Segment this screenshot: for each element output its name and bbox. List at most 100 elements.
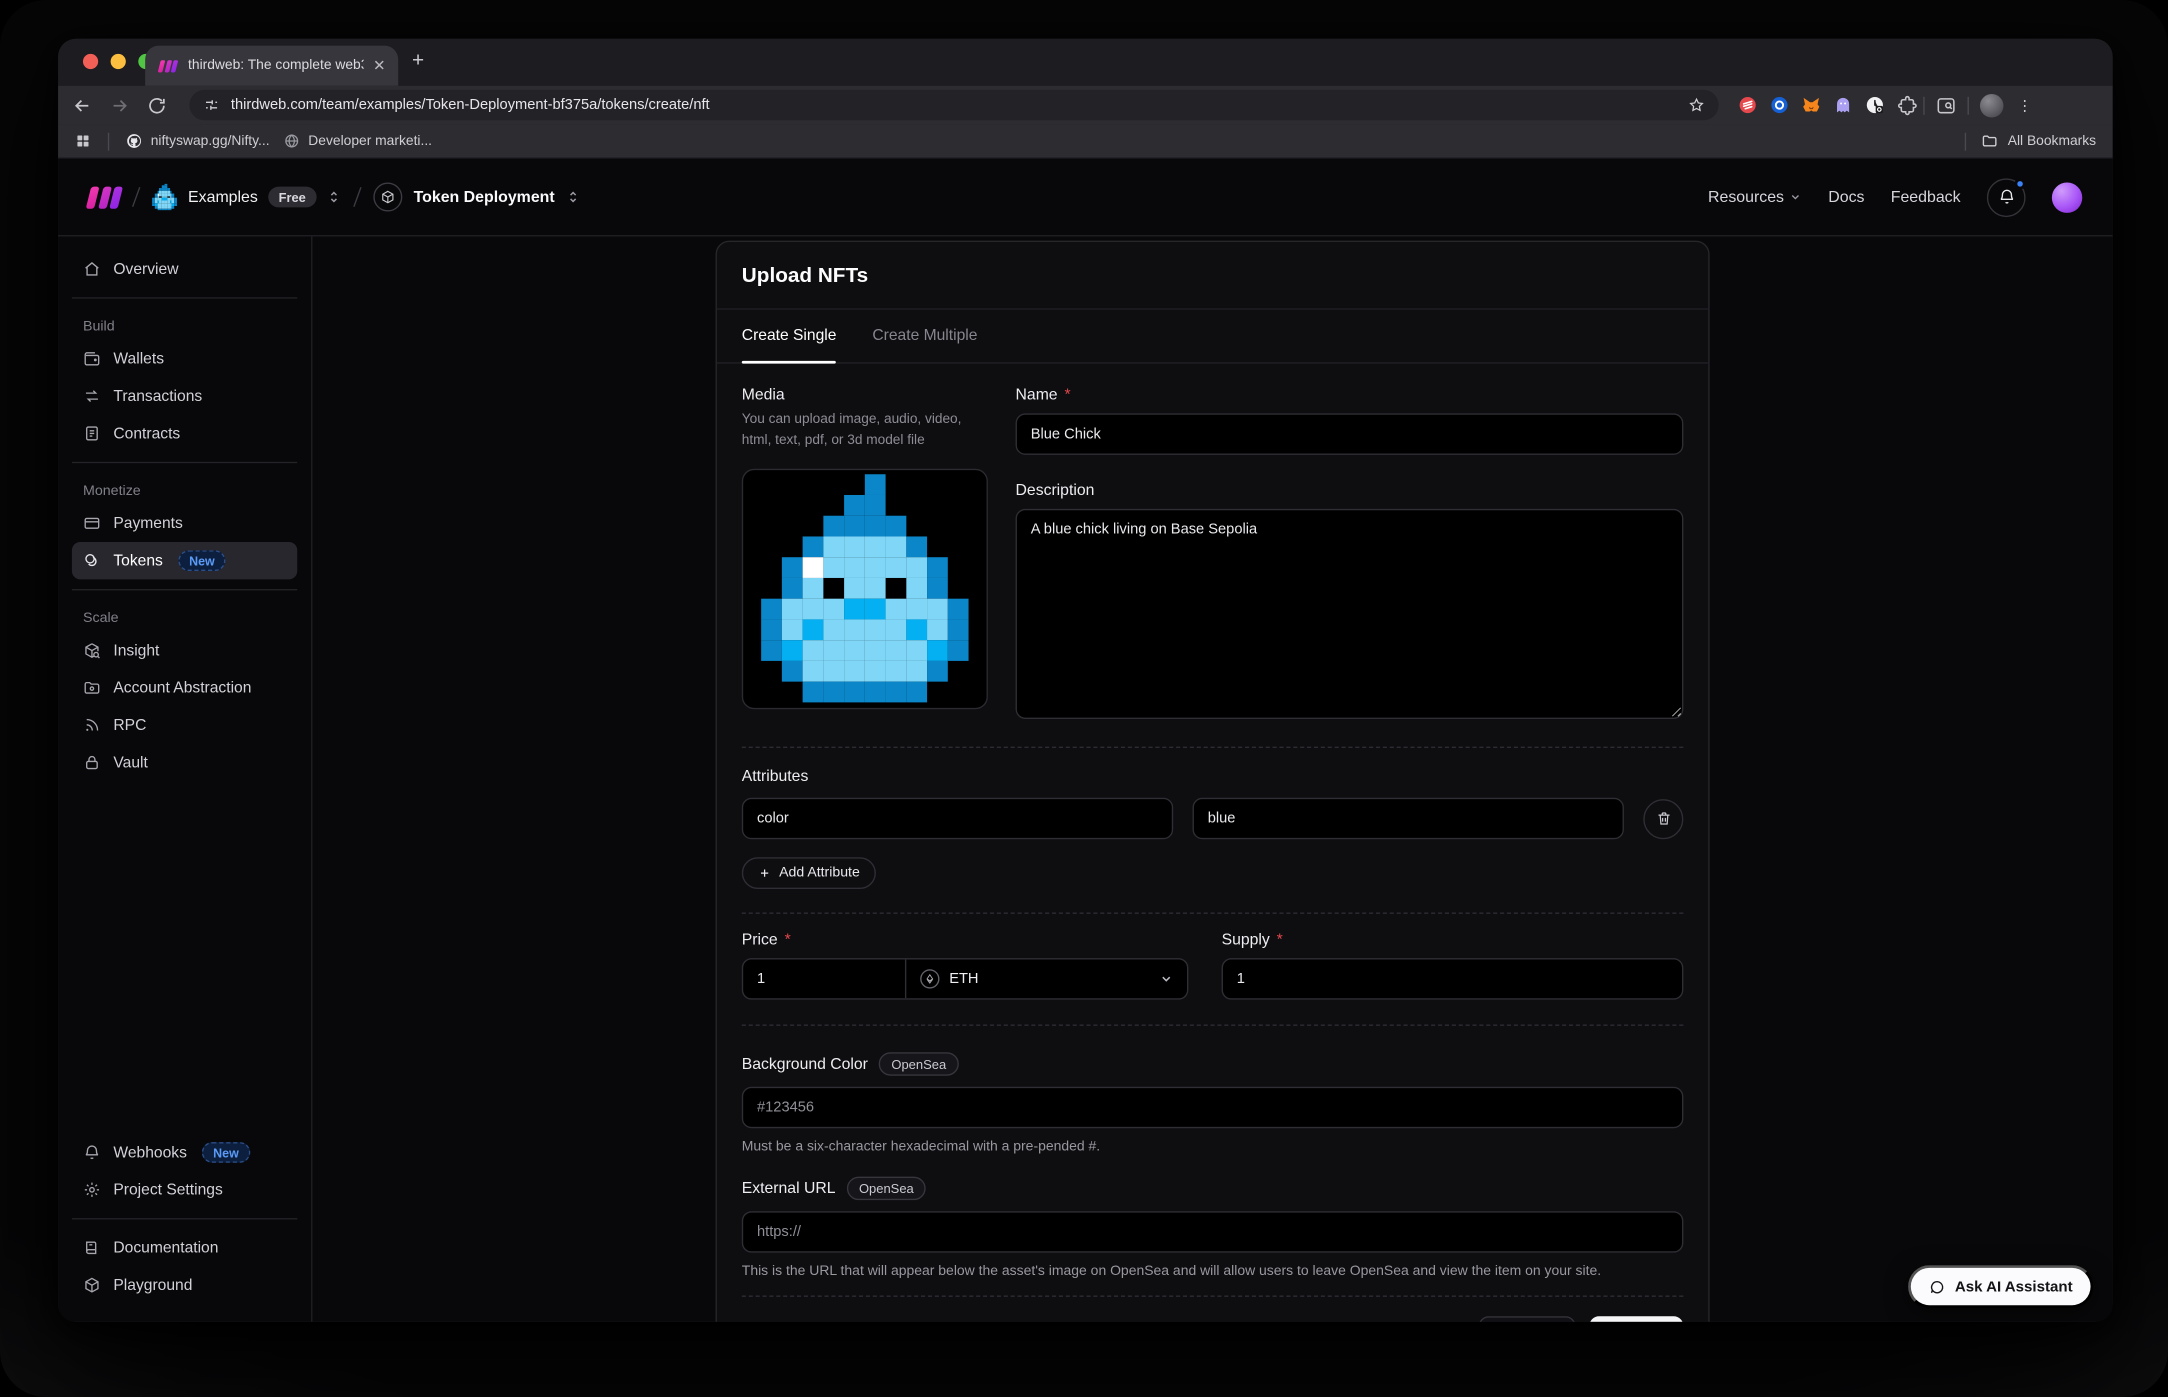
gear-icon [83,1181,101,1199]
toolbar-divider [1923,96,1924,114]
attribute-value-input[interactable] [1193,798,1624,839]
all-bookmarks-label[interactable]: All Bookmarks [2008,133,2096,148]
bell-icon [83,1143,101,1161]
extension-blue-icon[interactable] [1770,95,1789,114]
sidebar-item-playground[interactable]: Playground [72,1267,297,1304]
background-color-helper: Must be a six-character hexadecimal with… [742,1139,1684,1154]
extension-clock-icon[interactable] [1865,95,1884,114]
home-icon [83,260,101,278]
address-bar[interactable]: thirdweb.com/team/examples/Token-Deploym… [189,90,1718,120]
external-url-helper: This is the URL that will appear below t… [742,1264,1684,1279]
sidebar-item-project-settings[interactable]: Project Settings [72,1171,297,1208]
sidebar-item-overview[interactable]: Overview [72,250,297,287]
browser-menu-icon[interactable]: ⋮ [2017,96,2032,114]
folder-icon [1981,133,1998,150]
tab-create-multiple[interactable]: Create Multiple [872,310,977,363]
sidebar-item-transactions[interactable]: Transactions [72,377,297,414]
media-upload-preview[interactable] [742,468,988,709]
plus-icon [758,867,770,879]
browser-profile-avatar[interactable] [1980,93,2004,117]
sidebar-item-label: Playground [113,1277,192,1294]
swap-icon [83,387,101,405]
description-textarea[interactable]: A blue chick living on Base Sepolia [1016,509,1684,719]
sidebar-item-contracts[interactable]: Contracts [72,415,297,452]
browser-tab[interactable]: thirdweb: The complete web3 ✕ [145,46,398,86]
minimize-window-button[interactable] [111,54,126,69]
extension-ghost-icon[interactable] [1833,95,1852,114]
sidebar-item-wallets[interactable]: Wallets [72,340,297,377]
new-badge: New [202,1142,250,1163]
window-controls[interactable] [83,54,154,69]
sidebar-section-label: Scale [83,611,286,626]
back-icon[interactable] [72,95,93,116]
page-title: Upload NFTs [742,264,1684,288]
account-avatar[interactable] [2052,182,2082,212]
opensea-badge: OpenSea [879,1052,959,1076]
attribute-name-input[interactable] [742,798,1173,839]
name-input[interactable] [1016,413,1684,454]
reload-icon[interactable] [147,95,168,116]
eth-icon [920,969,939,988]
bookmark-label: niftyswap.gg/Nifty... [151,133,270,148]
notifications-button[interactable] [1987,178,2026,217]
bookmark-star-icon[interactable] [1688,97,1705,114]
sidebar-item-insight[interactable]: Insight [72,632,297,669]
sidebar-item-webhooks[interactable]: WebhooksNew [72,1134,297,1171]
forward-icon[interactable] [109,95,130,116]
sidebar-item-label: Contracts [113,425,180,442]
supply-input[interactable] [1222,958,1684,999]
price-input[interactable] [743,960,906,999]
breadcrumb-project[interactable]: Token Deployment [414,189,555,206]
tab-close-icon[interactable]: ✕ [373,57,386,75]
sidebar-item-tokens[interactable]: Tokens New [72,542,297,579]
nft-image [761,475,968,703]
sidebar-item-label: Account Abstraction [113,680,251,697]
bookmark-item[interactable]: Developer marketi... [283,133,432,150]
resources-menu[interactable]: Resources [1708,189,1802,206]
bookmarks-divider [1965,132,1966,150]
team-switcher-icon[interactable] [326,189,341,204]
bookmark-label: Developer marketi... [308,133,432,148]
sidebar-item-vault[interactable]: Vault [72,744,297,781]
apps-grid-icon[interactable] [75,133,92,150]
site-settings-icon[interactable] [203,97,220,114]
tab-search-panel-icon[interactable] [1936,95,1957,116]
sidebar-item-documentation[interactable]: Documentation [72,1229,297,1266]
currency-select[interactable]: ETH [906,960,1187,999]
bookmark-item[interactable]: niftyswap.gg/Nifty... [126,133,270,150]
next-button[interactable]: Next [1590,1316,1683,1322]
sidebar-item-payments[interactable]: Payments [72,505,297,542]
feedback-link[interactable]: Feedback [1891,189,1961,206]
sidebar-divider [72,297,297,298]
extension-red-icon[interactable] [1738,95,1757,114]
extensions-puzzle-icon[interactable] [1897,95,1918,116]
notification-dot [2015,178,2026,189]
close-window-button[interactable] [83,54,98,69]
browser-tab-bar: thirdweb: The complete web3 ✕ + [58,39,2113,86]
back-button[interactable]: Back [1479,1316,1576,1322]
bell-icon [1997,188,2015,206]
sidebar-divider [72,589,297,590]
delete-attribute-button[interactable] [1643,798,1683,838]
add-attribute-button[interactable]: Add Attribute [742,857,877,889]
thirdweb-logo-icon[interactable] [88,186,120,208]
ask-ai-assistant-button[interactable]: Ask AI Assistant [1908,1265,2093,1308]
required-asterisk: * [1277,932,1283,949]
card-icon [83,514,101,532]
extension-fox-icon[interactable] [1802,95,1821,114]
breadcrumb-team[interactable]: Examples [188,189,258,206]
breadcrumb-slash [132,187,140,207]
sidebar-item-rpc[interactable]: RPC [72,707,297,744]
external-url-input[interactable] [742,1211,1684,1252]
docs-link[interactable]: Docs [1828,189,1864,206]
new-tab-button[interactable]: + [412,50,424,71]
background-color-input[interactable] [742,1087,1684,1128]
sidebar-item-account-abstraction[interactable]: Account Abstraction [72,669,297,706]
sidebar-item-label: Tokens [113,552,162,569]
new-badge: New [178,550,226,571]
background-color-label: Background Color [742,1056,868,1073]
tab-create-single[interactable]: Create Single [742,310,837,363]
description-label: Description [1016,483,1684,500]
team-avatar [152,183,177,211]
project-switcher-icon[interactable] [566,189,581,204]
